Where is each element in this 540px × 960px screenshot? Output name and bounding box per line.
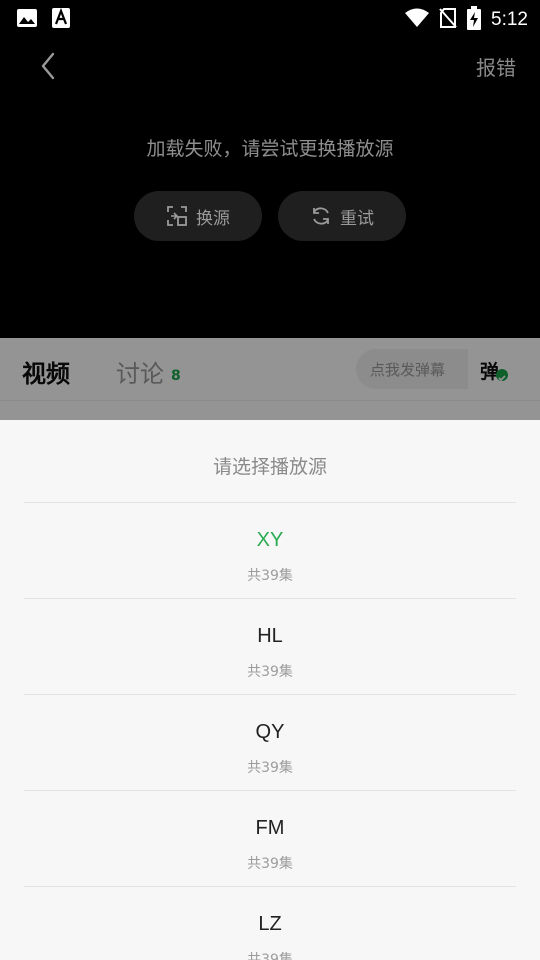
source-name: FM: [255, 817, 285, 839]
episode-count: 共39集: [247, 952, 293, 960]
episode-count: 共39集: [247, 856, 293, 872]
modal-backdrop[interactable]: [0, 338, 540, 421]
battery-charging-icon: [467, 6, 482, 34]
app-screen: 5:12 报错 加载失败，请尝试更换播放源 换源 重试 视频 讨论 8 点我发弹…: [0, 0, 540, 960]
source-name: HL: [257, 625, 283, 647]
chevron-left-icon: [41, 52, 55, 80]
source-picker-sheet: 请选择播放源 XY 共39集 HL 共39集 QY 共39集 FM 共39集 L…: [0, 420, 540, 960]
image-icon: [16, 8, 38, 32]
retry-label: 重试: [340, 208, 374, 229]
episode-count: 共39集: [247, 760, 293, 776]
source-name: XY: [256, 529, 284, 551]
episode-count: 共39集: [247, 568, 293, 584]
source-item-fm[interactable]: FM 共39集: [24, 790, 516, 886]
no-sim-icon: [439, 7, 457, 33]
retry-button[interactable]: 重试: [278, 191, 406, 241]
wifi-icon: [405, 8, 430, 32]
back-button[interactable]: [34, 50, 62, 82]
source-item-xy[interactable]: XY 共39集: [24, 502, 516, 598]
status-bar: 5:12: [0, 0, 540, 36]
refresh-icon: [313, 207, 329, 225]
video-player: 报错 加载失败，请尝试更换播放源 换源 重试: [0, 36, 540, 338]
text-a-icon: [52, 7, 70, 32]
source-name: QY: [255, 721, 285, 743]
source-item-hl[interactable]: HL 共39集: [24, 598, 516, 694]
source-item-qy[interactable]: QY 共39集: [24, 694, 516, 790]
sheet-title: 请选择播放源: [212, 456, 327, 478]
switch-source-label: 换源: [196, 208, 230, 229]
swap-source-icon: [167, 206, 187, 226]
episode-count: 共39集: [247, 664, 293, 680]
source-list: XY 共39集 HL 共39集 QY 共39集 FM 共39集 LZ 共39集: [24, 502, 516, 960]
report-error-button[interactable]: 报错: [476, 52, 516, 81]
source-item-lz[interactable]: LZ 共39集: [24, 886, 516, 960]
load-error-message: 加载失败，请尝试更换播放源: [146, 138, 394, 160]
status-time: 5:12: [491, 9, 528, 30]
source-name: LZ: [258, 913, 282, 935]
switch-source-button[interactable]: 换源: [134, 191, 262, 241]
